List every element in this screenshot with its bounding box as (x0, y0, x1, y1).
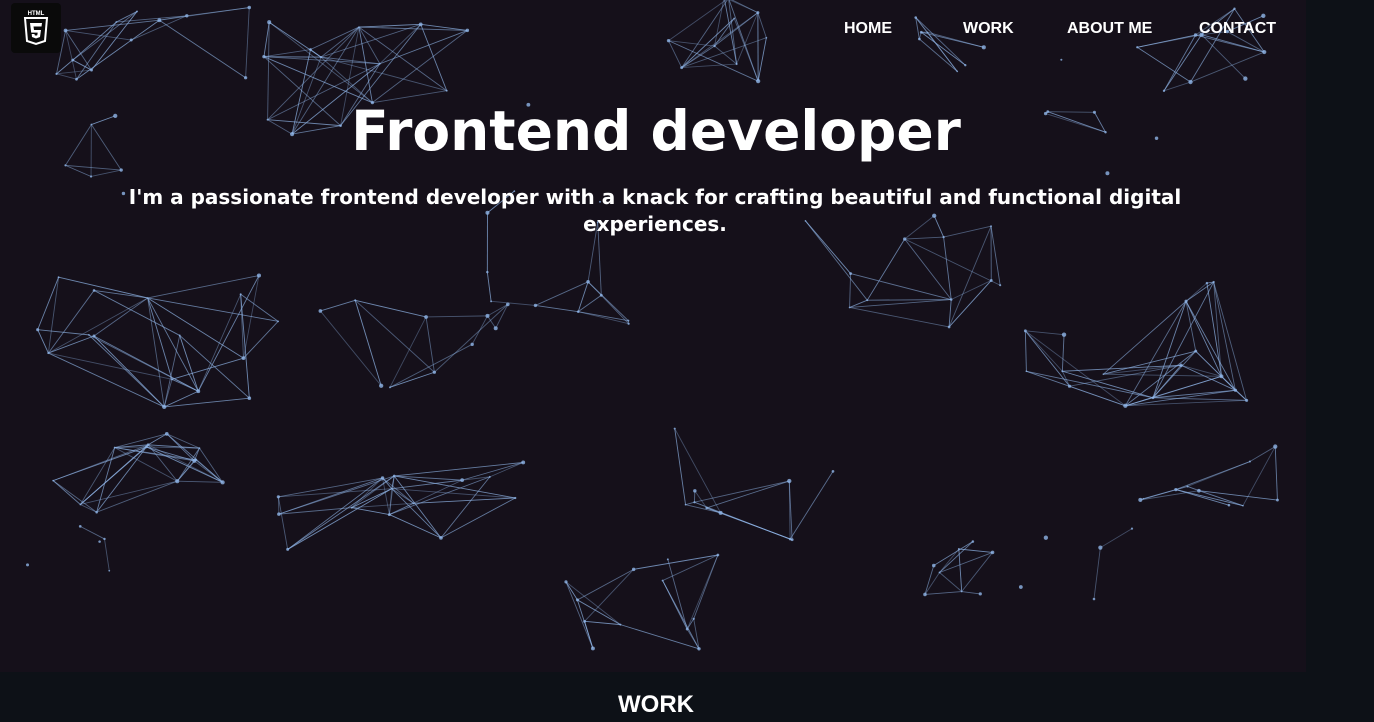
logo-text: HTML (28, 11, 45, 17)
main-nav: HOME WORK ABOUT ME CONTACT (0, 18, 1306, 42)
page: HTML HOME WORK ABOUT ME CONTACT Frontend… (0, 0, 1374, 722)
nav-contact-link[interactable]: CONTACT (1199, 18, 1276, 40)
hero-section: HTML HOME WORK ABOUT ME CONTACT Frontend… (0, 0, 1306, 672)
hero-title: Frontend developer (351, 99, 961, 163)
hero-subtitle: I'm a passionate frontend developer with… (128, 185, 1182, 236)
work-section-title: WORK (618, 691, 694, 718)
nav-work-link[interactable]: WORK (963, 18, 1014, 40)
nav-about-link[interactable]: ABOUT ME (1067, 18, 1152, 40)
nav-home-link[interactable]: HOME (844, 18, 892, 40)
